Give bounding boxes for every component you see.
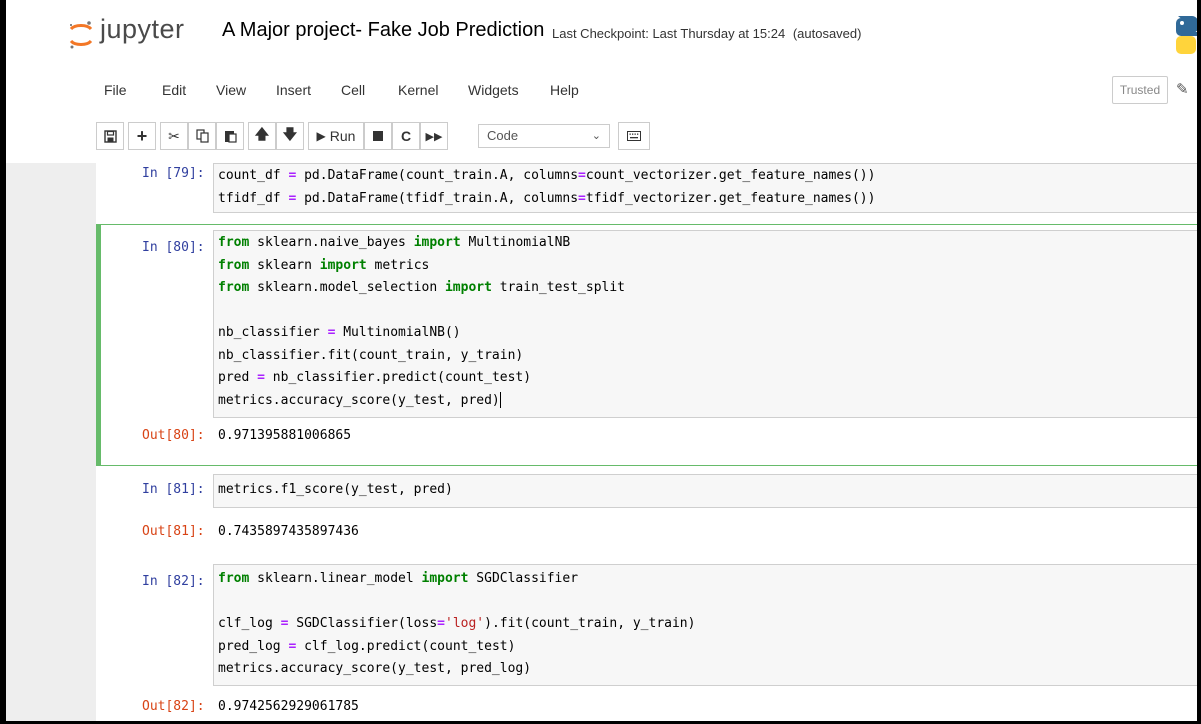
restart-button[interactable]: C [392,122,420,150]
keyboard-icon [627,131,641,141]
copy-icon [195,129,209,143]
jupyter-logo-icon[interactable] [68,20,94,50]
cell-type-value: Code [487,128,519,143]
fast-forward-icon: ▶▶ [425,130,443,143]
code-text: from sklearn.linear_model import SGDClas… [218,571,696,676]
move-down-button[interactable]: 🡇 [276,122,304,150]
arrow-up-icon: 🡅 [254,126,270,142]
refresh-icon: C [400,128,412,144]
run-label: Run [329,128,356,144]
arrow-down-icon: 🡇 [282,126,298,142]
pencil-icon[interactable]: ✎ [1176,80,1189,98]
window-frame-right [1197,0,1201,724]
cut-button[interactable]: ✂ [160,122,188,150]
run-button[interactable]: ▶ Run [308,122,364,150]
save-icon [103,129,117,143]
code-text: count_df = pd.DataFrame(count_train.A, c… [218,165,875,210]
cell-type-select[interactable]: Code ⌄ [478,124,610,148]
code-cell-80-selected[interactable]: In [80]: from sklearn.naive_bayes import… [96,224,1201,466]
window-frame-left [0,0,6,724]
checkpoint-status: Last Checkpoint: Last Thursday at 15:24 … [552,26,861,41]
autosave-status: (autosaved) [792,26,862,41]
menu-kernel[interactable]: Kernel [398,82,438,98]
code-line: tfidf_df = pd.DataFrame(tfidf_train.A, c… [218,190,876,206]
menu-file[interactable]: File [104,82,127,98]
save-button[interactable] [96,122,124,150]
text-cursor [499,392,501,408]
jupyter-wordmark[interactable]: jupyter [100,14,185,45]
paste-button[interactable] [216,122,244,150]
chevron-down-icon: ⌄ [591,130,601,142]
insert-cell-button[interactable]: + [128,122,156,150]
menu-view[interactable]: View [216,82,246,98]
code-cell-82[interactable]: In [82]: from sklearn.linear_model impor… [96,564,1201,724]
code-line: count_df = pd.DataFrame(count_train.A, c… [218,168,876,183]
command-palette-button[interactable] [618,122,650,150]
menu-widgets[interactable]: Widgets [468,82,519,98]
trusted-indicator[interactable]: Trusted [1112,76,1168,104]
stop-icon [373,131,383,141]
menu-help[interactable]: Help [550,82,579,98]
notebook-header: jupyter A Major project- Fake Job Predic… [0,0,1201,163]
last-checkpoint-text: Last Checkpoint: Last Thursday at 15:24 [552,26,786,41]
plus-icon: + [136,125,148,146]
menu-cell[interactable]: Cell [341,82,365,98]
code-cell-79[interactable]: In [79]: count_df = pd.DataFrame(count_t… [96,163,1201,219]
code-text: from sklearn.naive_bayes import Multinom… [218,235,626,408]
menu-insert[interactable]: Insert [276,82,311,98]
code-cell-81[interactable]: In [81]: metrics.f1_score(y_test, pred) … [96,474,1201,549]
menu-edit[interactable]: Edit [162,82,186,98]
notebook-container: In [79]: count_df = pd.DataFrame(count_t… [96,163,1201,724]
paste-icon [224,131,237,143]
restart-run-all-button[interactable]: ▶▶ [420,122,448,150]
interrupt-button[interactable] [364,122,392,150]
play-icon: ▶ [316,129,326,143]
notebook-title[interactable]: A Major project- Fake Job Prediction [222,19,544,42]
scissors-icon: ✂ [168,127,180,144]
move-up-button[interactable]: 🡅 [248,122,276,150]
output-text: 0.9742562929061785 [218,699,359,714]
output-text: 0.971395881006865 [218,428,352,443]
copy-button[interactable] [188,122,216,150]
code-text: metrics.f1_score(y_test, pred) [218,482,453,497]
output-text: 0.7435897435897436 [218,524,359,539]
